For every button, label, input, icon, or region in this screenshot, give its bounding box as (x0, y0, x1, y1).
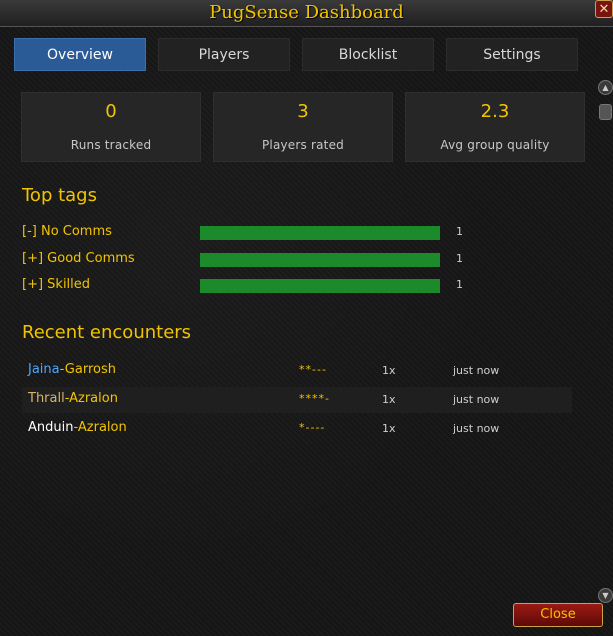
tab-settings[interactable]: Settings (446, 38, 578, 71)
tag-bar (200, 226, 440, 240)
realm-name: -Garrosh (59, 362, 116, 377)
scrollbar-thumb[interactable] (599, 104, 612, 120)
tag-row: [+] Skilled 1 (22, 277, 482, 295)
encounter-time: just now (453, 364, 500, 377)
close-x-icon[interactable]: ✕ (595, 0, 613, 18)
tag-label: [+] Good Comms (22, 251, 135, 266)
stat-value: 3 (297, 101, 309, 122)
tag-bar-track (200, 253, 440, 267)
encounter-row[interactable]: Thrall-Azralon ****- 1x just now (22, 387, 572, 413)
tag-bar-track (200, 279, 440, 293)
recent-encounters-heading: Recent encounters (22, 322, 192, 343)
tag-row: [-] No Comms 1 (22, 224, 482, 242)
scroll-down-icon[interactable]: ▼ (598, 588, 613, 603)
stat-avg-group-quality: 2.3 Avg group quality (405, 92, 585, 162)
close-button[interactable]: Close (513, 603, 603, 627)
encounter-time: just now (453, 422, 500, 435)
rating-stars: ****- (299, 392, 330, 405)
encounter-row[interactable]: Anduin-Azralon *---- 1x just now (22, 416, 572, 442)
realm-name: -Azralon (73, 420, 127, 435)
title-bar: PugSense Dashboard ✕ (0, 0, 613, 27)
dashboard-window: PugSense Dashboard ✕ Overview Players Bl… (0, 0, 613, 636)
encounter-count: 1x (382, 393, 396, 406)
player-name: Thrall (28, 391, 65, 406)
tab-players[interactable]: Players (158, 38, 290, 71)
realm-name: -Azralon (64, 391, 118, 406)
tag-count: 1 (456, 225, 463, 238)
stat-players-rated: 3 Players rated (213, 92, 393, 162)
tag-label: [+] Skilled (22, 277, 91, 292)
encounter-player: Anduin-Azralon (28, 420, 127, 435)
player-name: Anduin (28, 420, 74, 435)
encounter-count: 1x (382, 422, 396, 435)
rating-stars: *---- (299, 421, 326, 434)
encounter-count: 1x (382, 364, 396, 377)
encounter-player: Thrall-Azralon (28, 391, 118, 406)
stat-value: 2.3 (480, 101, 510, 122)
rating-stars: **--- (299, 363, 327, 376)
window-title: PugSense Dashboard (209, 2, 404, 23)
stat-runs-tracked: 0 Runs tracked (21, 92, 201, 162)
player-name: Jaina (28, 362, 60, 377)
tab-blocklist[interactable]: Blocklist (302, 38, 434, 71)
tag-bar (200, 253, 440, 267)
tag-count: 1 (456, 278, 463, 291)
stat-value: 0 (105, 101, 117, 122)
encounter-time: just now (453, 393, 500, 406)
tag-row: [+] Good Comms 1 (22, 251, 482, 269)
encounter-player: Jaina-Garrosh (28, 362, 116, 377)
tag-label: [-] No Comms (22, 224, 112, 239)
stat-label: Avg group quality (440, 138, 550, 152)
tag-count: 1 (456, 252, 463, 265)
top-tags-heading: Top tags (22, 185, 97, 206)
tag-bar-track (200, 226, 440, 240)
tab-overview[interactable]: Overview (14, 38, 146, 71)
stat-label: Players rated (261, 138, 344, 152)
tag-bar (200, 279, 440, 293)
stat-label: Runs tracked (70, 138, 152, 152)
scroll-up-icon[interactable]: ▲ (598, 80, 613, 95)
encounter-row[interactable]: Jaina-Garrosh **--- 1x just now (22, 358, 572, 384)
